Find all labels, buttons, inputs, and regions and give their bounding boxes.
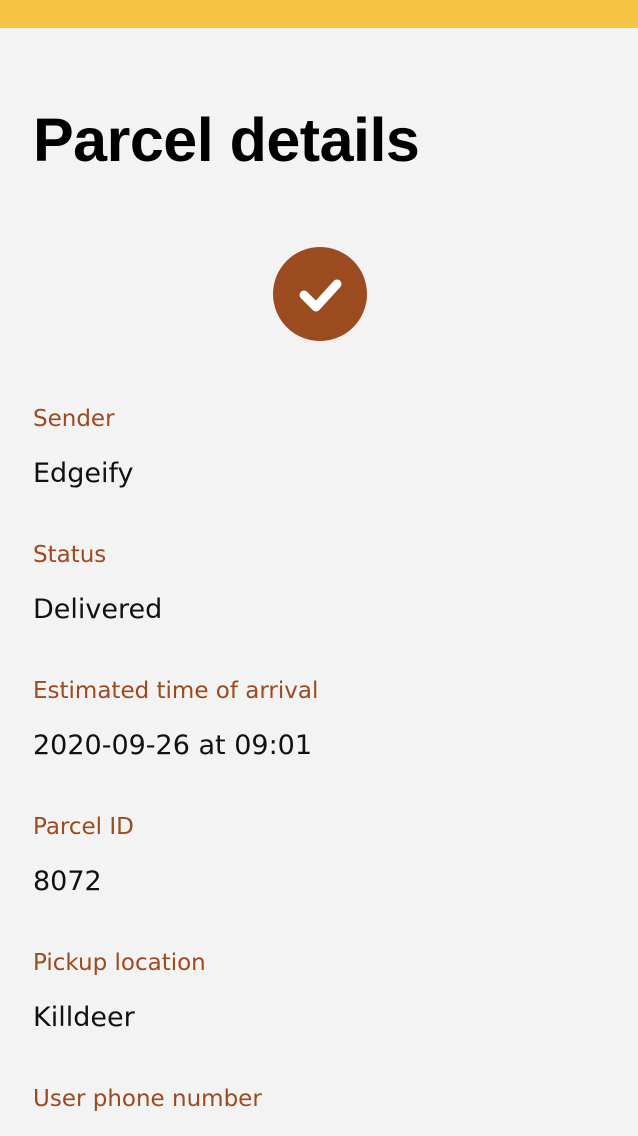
pickup-location-label: Pickup location xyxy=(33,950,206,976)
top-status-bar xyxy=(0,0,638,28)
parcel-id-value: 8072 xyxy=(33,866,102,897)
pickup-location-field: Pickup location Killdeer xyxy=(33,948,206,1035)
eta-value: 2020-09-26 at 09:01 xyxy=(33,730,313,761)
delivered-status-badge xyxy=(273,247,367,341)
sender-field: Sender Edgeify xyxy=(33,404,133,491)
sender-label: Sender xyxy=(33,406,115,432)
eta-field: Estimated time of arrival 2020-09-26 at … xyxy=(33,676,318,763)
status-label: Status xyxy=(33,542,107,568)
eta-label: Estimated time of arrival xyxy=(33,678,319,704)
user-phone-field: User phone number xyxy=(33,1084,262,1114)
sender-value: Edgeify xyxy=(33,458,134,489)
parcel-id-field: Parcel ID 8072 xyxy=(33,812,134,899)
pickup-location-value: Killdeer xyxy=(33,1002,135,1033)
check-icon xyxy=(299,279,342,312)
parcel-id-label: Parcel ID xyxy=(33,814,134,840)
status-field: Status Delivered xyxy=(33,540,162,627)
page-title: Parcel details xyxy=(33,106,420,174)
status-value: Delivered xyxy=(33,594,163,625)
user-phone-label: User phone number xyxy=(33,1086,262,1112)
